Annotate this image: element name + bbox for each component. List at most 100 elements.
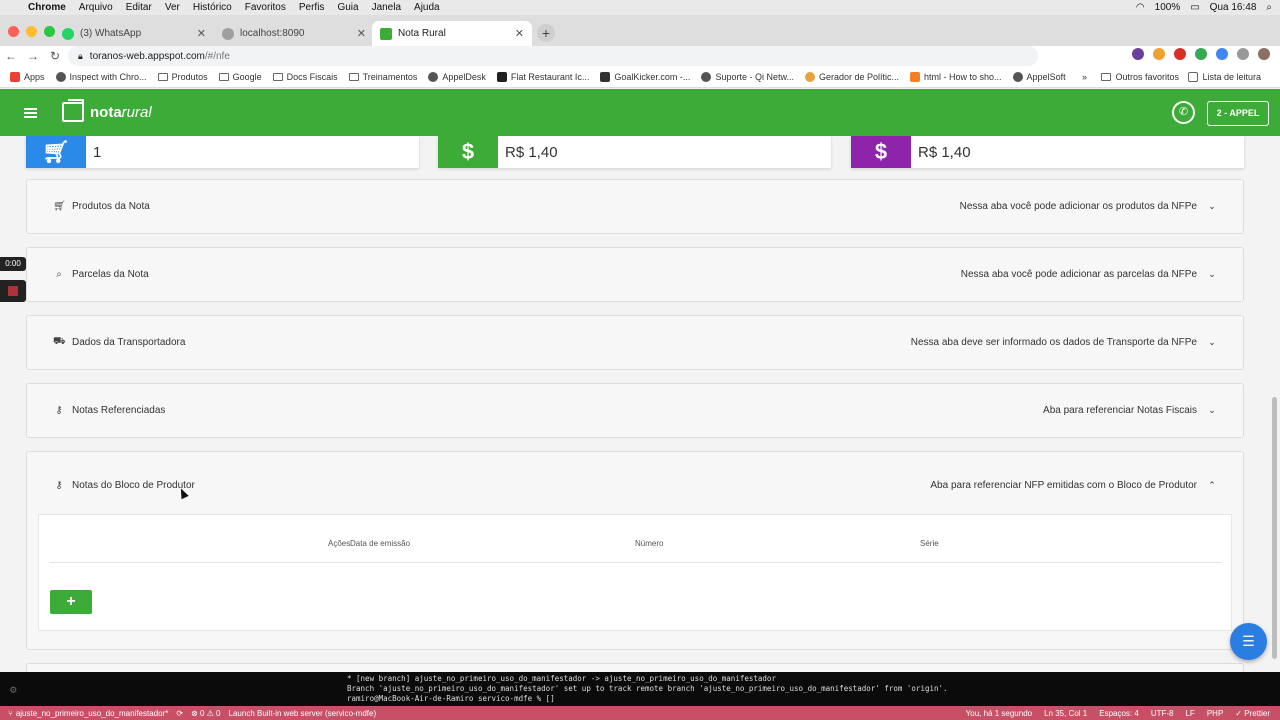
panel-header[interactable]: ⚷ Notas Referenciadas Aba para referenci…	[27, 384, 1243, 437]
menu-item-editar[interactable]: Editar	[126, 2, 152, 13]
cart-icon: 🛒︎	[26, 136, 86, 168]
column-header-numero[interactable]: Número	[635, 539, 663, 548]
bookmarks-overflow[interactable]: »	[1082, 72, 1087, 82]
menu-app-name[interactable]: Chrome	[28, 2, 66, 13]
cursor-position[interactable]: Ln 35, Col 1	[1044, 709, 1087, 718]
forward-arrow-icon[interactable]: →	[22, 49, 44, 63]
language-mode[interactable]: PHP	[1207, 709, 1223, 718]
bookmark-item[interactable]: Google	[218, 72, 262, 82]
terminal-line: Branch 'ajuste_no_primeiro_uso_do_manife…	[347, 684, 948, 693]
folder-icon	[218, 72, 229, 81]
bookmark-item[interactable]: Gerador de Polític...	[804, 71, 899, 82]
chevron-down-icon[interactable]: ⌄	[1207, 337, 1217, 348]
panel-header[interactable]: ⛟ Dados da Transportadora Nessa aba deve…	[27, 316, 1243, 369]
url-path: /#/nfe	[204, 50, 230, 62]
puzzle-icon[interactable]	[1237, 48, 1249, 60]
close-tab-icon[interactable]: ✕	[197, 27, 206, 40]
stat-value: 1	[93, 143, 102, 161]
add-nota-button[interactable]: +	[50, 590, 92, 614]
column-header-data-emissao[interactable]: Data de emissão	[350, 539, 410, 548]
menu-clock[interactable]: Qua 16:48	[1210, 2, 1257, 13]
menu-item-janela[interactable]: Janela	[372, 2, 401, 13]
user-company-button[interactable]: 2 - APPEL	[1207, 101, 1269, 126]
chevron-up-icon[interactable]: ⌃	[1207, 480, 1217, 491]
bookmark-item[interactable]: GoalKicker.com -...	[600, 71, 690, 82]
panel-title: Dados da Transportadora	[72, 337, 186, 348]
chevron-down-icon[interactable]: ⌄	[1207, 201, 1217, 212]
minimize-window-icon[interactable]	[26, 26, 37, 37]
bookmark-item[interactable]: Treinamentos	[348, 72, 417, 82]
tab-whatsapp[interactable]: (3) WhatsApp ✕	[54, 21, 214, 46]
extension-icons	[1132, 48, 1270, 60]
whatsapp-icon[interactable]: ✆	[1172, 101, 1195, 124]
extension-icon[interactable]	[1174, 48, 1186, 60]
web-server-launcher[interactable]: Launch Built-in web server (servico-mdfe…	[229, 709, 377, 718]
reading-list[interactable]: Lista de leitura	[1188, 71, 1261, 82]
tab-label: localhost:8090	[240, 28, 305, 39]
extension-icon[interactable]	[1216, 48, 1228, 60]
bookmark-item[interactable]: AppelSoft	[1012, 71, 1066, 82]
chevron-down-icon[interactable]: ⌄	[1207, 405, 1217, 416]
page-scrollbar[interactable]	[1272, 397, 1277, 659]
bookmark-item[interactable]: html - How to sho...	[910, 71, 1002, 82]
lock-icon[interactable]: 🔒︎	[78, 51, 83, 62]
bookmark-item[interactable]: Apps	[10, 71, 45, 82]
gear-icon[interactable]: ⚙	[10, 683, 17, 696]
panel-header[interactable]: 🛒︎ Produtos da Nota Nessa aba você pode …	[27, 180, 1243, 233]
back-arrow-icon[interactable]: ←	[0, 49, 22, 63]
wifi-icon[interactable]: ◠	[1136, 2, 1145, 13]
menu-item-arquivo[interactable]: Arquivo	[79, 2, 113, 13]
other-favorites[interactable]: Outros favoritos	[1101, 72, 1179, 82]
indentation[interactable]: Espaços: 4	[1099, 709, 1139, 718]
git-blame[interactable]: You, há 1 segundo	[966, 709, 1032, 718]
git-branch[interactable]: ajuste_no_primeiro_uso_do_manifestador*	[16, 709, 169, 718]
bookmark-item[interactable]: Docs Fiscais	[272, 72, 338, 82]
menu-item-ajuda[interactable]: Ajuda	[414, 2, 440, 13]
battery-percent[interactable]: 100%	[1155, 2, 1181, 13]
end-of-line[interactable]: LF	[1185, 709, 1194, 718]
menu-item-perfis[interactable]: Perfis	[299, 2, 325, 13]
menu-item-historico[interactable]: Histórico	[193, 2, 232, 13]
panel-header[interactable]: ⌕ Parcelas da Nota Nessa aba você pode a…	[27, 248, 1243, 301]
profile-avatar[interactable]	[1258, 48, 1270, 60]
bookmark-label: AppelDesk	[442, 71, 486, 82]
menu-item-guia[interactable]: Guia	[337, 2, 358, 13]
search-icon[interactable]: ⌕	[1266, 2, 1272, 13]
address-bar[interactable]: 🔒︎ toranos-web.appspot.com/#/nfe	[68, 46, 1038, 66]
new-tab-button[interactable]: +	[537, 24, 555, 42]
bookmark-item[interactable]: Flat Restaurant Ic...	[496, 71, 589, 82]
stop-recording-button[interactable]	[0, 280, 26, 302]
nota-rural-logo[interactable]: nota rural	[62, 99, 152, 122]
logo-text-bold: nota	[90, 103, 122, 121]
menu-item-favoritos[interactable]: Favoritos	[245, 2, 286, 13]
close-tab-icon[interactable]: ✕	[357, 27, 366, 40]
panel-title: Produtos da Nota	[72, 201, 150, 212]
panel-header[interactable]: ⚷ Notas do Bloco de Produtor Aba para re…	[27, 452, 1243, 514]
bookmark-item[interactable]: Inspect with Chro...	[55, 71, 147, 82]
terminal-panel[interactable]: ⚙ * [new branch] ajuste_no_primeiro_uso_…	[0, 672, 1280, 706]
bookmark-item[interactable]: Suporte - Qi Netw...	[701, 71, 794, 82]
extension-icon[interactable]	[1153, 48, 1165, 60]
column-header-serie[interactable]: Série	[920, 539, 939, 548]
extension-icon[interactable]	[1132, 48, 1144, 60]
tab-localhost[interactable]: localhost:8090 ✕	[214, 21, 374, 46]
key-icon: ⚷	[55, 479, 63, 491]
floating-list-button[interactable]: ☰	[1230, 623, 1267, 660]
bookmark-item[interactable]: Produtos	[157, 72, 208, 82]
extension-icon[interactable]	[1195, 48, 1207, 60]
prettier-status[interactable]: ✓ Prettier	[1235, 709, 1270, 718]
tab-nota-rural[interactable]: Nota Rural ✕	[372, 21, 532, 46]
bookmark-item[interactable]: AppelDesk	[428, 71, 486, 82]
chevron-down-icon[interactable]: ⌄	[1207, 269, 1217, 280]
battery-icon[interactable]: ▭	[1190, 2, 1199, 13]
menu-item-ver[interactable]: Ver	[165, 2, 180, 13]
column-header-acoes[interactable]: Ações	[328, 539, 350, 548]
sync-icon[interactable]: ⟳	[176, 709, 183, 718]
encoding[interactable]: UTF-8	[1151, 709, 1174, 718]
goalkicker-icon	[600, 71, 611, 82]
close-tab-icon[interactable]: ✕	[515, 27, 524, 40]
menu-icon[interactable]	[24, 108, 37, 118]
reload-icon[interactable]: ↻	[44, 49, 66, 63]
problems-count[interactable]: ⊗ 0 ⚠ 0	[191, 709, 220, 718]
close-window-icon[interactable]	[8, 26, 19, 37]
